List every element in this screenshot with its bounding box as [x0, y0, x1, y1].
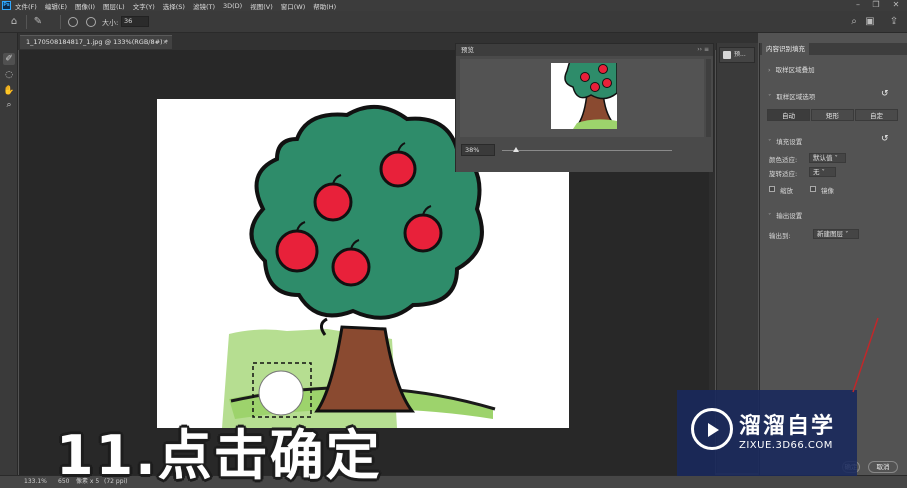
select-value: 无 — [813, 168, 820, 176]
menu-select[interactable]: 选择(S) — [163, 1, 185, 11]
chevron-down-icon: ˅ — [768, 212, 772, 220]
menu-layer[interactable]: 图层(L) — [103, 1, 125, 11]
preview-panel: 预览 ›› ≡ 38% — [455, 43, 714, 172]
section-fill-settings[interactable]: ˅ 填充设置 — [768, 136, 802, 146]
section-sampling-options[interactable]: ˅ 取样区域选项 — [768, 91, 815, 101]
preview-panel-button-label: 预... — [734, 51, 746, 58]
menu-window[interactable]: 窗口(W) — [281, 1, 306, 11]
mode-rectangle[interactable]: 矩形 — [811, 109, 854, 121]
zoom-slider-handle[interactable] — [512, 147, 519, 152]
home-icon[interactable]: ⌂ — [8, 16, 20, 28]
mode-custom[interactable]: 自定 — [855, 109, 898, 121]
zoom-input[interactable]: 38% — [461, 144, 495, 156]
status-zoom[interactable]: 133.1% — [24, 476, 47, 488]
search-icon[interactable]: ⌕ — [848, 16, 860, 28]
section-label: 取样区域叠加 — [775, 66, 815, 74]
menu-filter[interactable]: 滤镜(T) — [193, 1, 215, 11]
options-bar: ⌂ ✎ 大小: 36 ⌕ ▣ ⇪ — [0, 11, 907, 33]
select-value: 默认值 — [813, 154, 833, 162]
preview-header[interactable]: 预览 ›› ≡ — [456, 44, 713, 56]
preview-panel-button[interactable]: 预... — [719, 47, 755, 63]
chevron-right-icon: › — [768, 66, 771, 74]
zoom-slider[interactable] — [502, 150, 672, 151]
section-sampling-overlay[interactable]: › 取样区域叠加 — [768, 64, 815, 74]
select-value: 新建图层 — [817, 230, 843, 238]
color-adaptation-select[interactable]: 默认值 ˅ — [809, 153, 846, 163]
chevron-down-icon: ˅ — [768, 93, 772, 101]
panel-header: 内容识别填充 — [760, 43, 907, 55]
divider — [60, 15, 61, 29]
minimize-icon[interactable]: – — [848, 0, 868, 11]
section-label: 填充设置 — [776, 138, 803, 146]
close-window-icon[interactable]: ✕ — [886, 0, 906, 11]
tab-content-aware-fill[interactable]: 内容识别填充 — [762, 43, 809, 55]
size-input[interactable]: 36 — [121, 16, 149, 27]
hand-icon[interactable]: ✋ — [3, 85, 15, 97]
output-to-label: 输出到: — [769, 232, 791, 240]
menu-type[interactable]: 文字(Y) — [133, 1, 155, 11]
rotation-adaptation-label: 旋转适应: — [769, 170, 798, 178]
divider — [26, 15, 27, 29]
reset-icon[interactable]: ↺ — [881, 134, 889, 144]
restore-icon[interactable]: ❐ — [866, 0, 886, 11]
watermark: 溜溜自学 ZIXUE.3D66.COM — [677, 390, 857, 476]
menu-edit[interactable]: 编辑(E) — [45, 1, 67, 11]
section-label: 取样区域选项 — [776, 93, 816, 101]
play-triangle-icon — [708, 423, 719, 437]
watermark-title: 溜溜自学 — [739, 414, 836, 439]
preview-tree — [564, 63, 617, 129]
reset-icon[interactable]: ↺ — [881, 89, 889, 99]
document-tab-title: 1_170508184817_1.jpg @ 133%(RGB/8#) * — [26, 38, 168, 46]
size-label: 大小: — [102, 19, 119, 27]
preview-scrollbar[interactable] — [706, 59, 711, 137]
watermark-url: ZIXUE.3D66.COM — [739, 440, 833, 451]
preview-body: 38% — [456, 56, 713, 172]
document-tab[interactable]: 1_170508184817_1.jpg @ 133%(RGB/8#) * × — [20, 35, 172, 49]
menu-view[interactable]: 视图(V) — [250, 1, 273, 11]
preview-thumbnail — [551, 63, 617, 129]
layout-icon[interactable]: ▣ — [864, 16, 876, 28]
mode-auto[interactable]: 自动 — [767, 109, 810, 121]
share-icon[interactable]: ⇪ — [888, 16, 900, 28]
collapse-icon[interactable]: ›› ≡ — [697, 44, 709, 56]
rotation-adaptation-select[interactable]: 无 ˅ — [809, 167, 836, 177]
photoshop-logo: Ps — [2, 1, 11, 10]
menu-bar: Ps 文件(F) 编辑(E) 图像(I) 图层(L) 文字(Y) 选择(S) 滤… — [0, 0, 907, 11]
preview-icon — [723, 51, 731, 59]
mirror-checkbox[interactable] — [810, 186, 816, 192]
sampling-brush-icon[interactable]: ✐ — [3, 53, 15, 65]
lasso-icon[interactable]: ◌ — [3, 69, 15, 81]
play-icon[interactable] — [68, 17, 78, 27]
section-output-settings[interactable]: ˅ 输出设置 — [768, 210, 802, 220]
scale-checkbox[interactable] — [769, 186, 775, 192]
chevron-down-icon: ˅ — [768, 138, 772, 146]
play-logo-icon — [691, 408, 733, 450]
preview-title: 预览 — [461, 46, 474, 54]
section-label: 输出设置 — [776, 212, 803, 220]
brush-icon[interactable]: ✎ — [32, 16, 44, 28]
color-adaptation-label: 颜色适应: — [769, 156, 798, 164]
tutorial-caption: 11.点击确定 — [56, 424, 382, 487]
close-tab-icon[interactable]: × — [163, 36, 168, 49]
preview-viewport[interactable] — [460, 59, 704, 137]
output-to-select[interactable]: 新建图层 ˅ — [813, 229, 859, 239]
circle-icon[interactable] — [86, 17, 96, 27]
tool-bar: ✐ ◌ ✋ ⌕ — [0, 33, 18, 475]
cancel-button[interactable]: 取消 — [868, 461, 898, 473]
menu-file[interactable]: 文件(F) — [15, 1, 37, 11]
menu-3d[interactable]: 3D(D) — [223, 2, 242, 10]
menu-help[interactable]: 帮助(H) — [313, 1, 336, 11]
menu-image[interactable]: 图像(I) — [75, 1, 95, 11]
zoom-icon[interactable]: ⌕ — [3, 99, 15, 111]
mirror-label: 镜像 — [821, 187, 834, 195]
scale-label: 缩放 — [780, 187, 793, 195]
